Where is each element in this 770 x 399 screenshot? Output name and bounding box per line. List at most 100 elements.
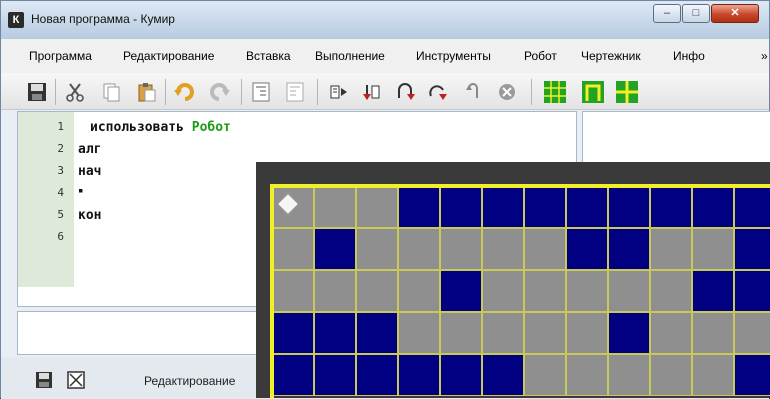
- robot-cell[interactable]: [314, 228, 356, 270]
- maximize-button[interactable]: □: [682, 4, 710, 23]
- robot-cell[interactable]: [650, 354, 692, 396]
- robot-cell[interactable]: [482, 228, 524, 270]
- stop-icon[interactable]: [495, 80, 519, 104]
- robot-cell[interactable]: [356, 270, 398, 312]
- robot-cell[interactable]: [440, 270, 482, 312]
- robot-field-icon[interactable]: [543, 80, 567, 104]
- code-line[interactable]: нач: [78, 164, 101, 179]
- robot-cell[interactable]: [608, 270, 650, 312]
- robot-cell[interactable]: [314, 354, 356, 396]
- robot-cell[interactable]: [398, 354, 440, 396]
- robot-cell[interactable]: [272, 270, 314, 312]
- robot-cell[interactable]: [398, 186, 440, 228]
- menu-program[interactable]: Программа: [29, 49, 92, 63]
- menu-edit[interactable]: Редактирование: [123, 49, 214, 63]
- robot-cell[interactable]: [398, 228, 440, 270]
- menu-drawer[interactable]: Чертежник: [581, 49, 641, 63]
- redo-icon[interactable]: [207, 80, 231, 104]
- robot-cell[interactable]: [524, 228, 566, 270]
- close-output-icon[interactable]: [67, 371, 85, 389]
- kumir-app-icon: К: [8, 12, 24, 28]
- robot-cell[interactable]: [734, 270, 770, 312]
- keyword-use: использовать: [90, 120, 184, 135]
- robot-cell[interactable]: [356, 186, 398, 228]
- robot-field-window[interactable]: [256, 162, 770, 398]
- minimize-button[interactable]: –: [653, 4, 681, 23]
- robot-cell[interactable]: [566, 312, 608, 354]
- robot-cell[interactable]: [650, 228, 692, 270]
- robot-cell[interactable]: [440, 354, 482, 396]
- copy-icon[interactable]: [99, 80, 123, 104]
- robot-cell[interactable]: [734, 354, 770, 396]
- robot-cell[interactable]: [524, 354, 566, 396]
- robot-cell[interactable]: [734, 228, 770, 270]
- robot-cell[interactable]: [734, 312, 770, 354]
- robot-cell[interactable]: [566, 270, 608, 312]
- robot-cell[interactable]: [482, 354, 524, 396]
- step-out-icon[interactable]: [461, 80, 485, 104]
- robot-cell[interactable]: [608, 312, 650, 354]
- line-number-gutter: 1 2 3 4 5 6: [18, 112, 74, 287]
- robot-cell[interactable]: [524, 270, 566, 312]
- robot-cell[interactable]: [692, 228, 734, 270]
- robot-cell[interactable]: [482, 270, 524, 312]
- robot-cell[interactable]: [356, 312, 398, 354]
- robot-cell[interactable]: [692, 354, 734, 396]
- robot-cell[interactable]: [524, 186, 566, 228]
- run-icon[interactable]: [327, 80, 351, 104]
- robot-cell[interactable]: [272, 354, 314, 396]
- robot-cell[interactable]: [650, 312, 692, 354]
- robot-cell[interactable]: [356, 354, 398, 396]
- undo-icon[interactable]: [173, 80, 197, 104]
- menu-insert[interactable]: Вставка: [246, 49, 291, 63]
- menu-tools[interactable]: Инструменты: [416, 49, 491, 63]
- indent-icon[interactable]: [249, 80, 273, 104]
- robot-cell[interactable]: [608, 228, 650, 270]
- robot-cell[interactable]: [398, 312, 440, 354]
- code-line[interactable]: алг: [78, 142, 101, 157]
- robot-cell[interactable]: [440, 228, 482, 270]
- save-status-icon[interactable]: [35, 371, 53, 389]
- robot-cell[interactable]: [734, 186, 770, 228]
- drawer-icon[interactable]: [615, 80, 639, 104]
- cursor-line[interactable]: ▪: [78, 186, 83, 196]
- robot-window-icon[interactable]: [581, 80, 605, 104]
- step-into-icon[interactable]: [393, 80, 417, 104]
- unindent-icon[interactable]: [283, 80, 307, 104]
- robot-cell[interactable]: [524, 312, 566, 354]
- robot-cell[interactable]: [692, 312, 734, 354]
- robot-cell[interactable]: [566, 228, 608, 270]
- robot-cell[interactable]: [692, 186, 734, 228]
- robot-cell[interactable]: [272, 228, 314, 270]
- save-icon[interactable]: [25, 80, 49, 104]
- robot-cell[interactable]: [440, 186, 482, 228]
- robot-cell[interactable]: [314, 186, 356, 228]
- menu-overflow[interactable]: »: [761, 49, 768, 63]
- toolbar-separator: [165, 79, 166, 105]
- robot-cell[interactable]: [482, 312, 524, 354]
- robot-cell[interactable]: [356, 228, 398, 270]
- robot-cell[interactable]: [650, 270, 692, 312]
- menu-run[interactable]: Выполнение: [315, 49, 385, 63]
- close-button[interactable]: ✕: [711, 4, 759, 23]
- robot-cell[interactable]: [608, 354, 650, 396]
- code-line[interactable]: использовать Робот: [90, 120, 231, 135]
- robot-cell[interactable]: [566, 354, 608, 396]
- robot-cell[interactable]: [650, 186, 692, 228]
- robot-cell[interactable]: [272, 312, 314, 354]
- code-line[interactable]: кон: [78, 208, 101, 223]
- menu-robot[interactable]: Робот: [524, 49, 557, 63]
- robot-cell[interactable]: [440, 312, 482, 354]
- robot-cell[interactable]: [482, 186, 524, 228]
- robot-cell[interactable]: [566, 186, 608, 228]
- paste-icon[interactable]: [135, 80, 159, 104]
- step-over-icon[interactable]: [425, 80, 449, 104]
- menu-info[interactable]: Инфо: [673, 49, 705, 63]
- cut-icon[interactable]: [63, 80, 87, 104]
- robot-cell[interactable]: [692, 270, 734, 312]
- robot-cell[interactable]: [608, 186, 650, 228]
- robot-cell[interactable]: [314, 270, 356, 312]
- robot-cell[interactable]: [398, 270, 440, 312]
- robot-cell[interactable]: [314, 312, 356, 354]
- step-icon[interactable]: [359, 80, 383, 104]
